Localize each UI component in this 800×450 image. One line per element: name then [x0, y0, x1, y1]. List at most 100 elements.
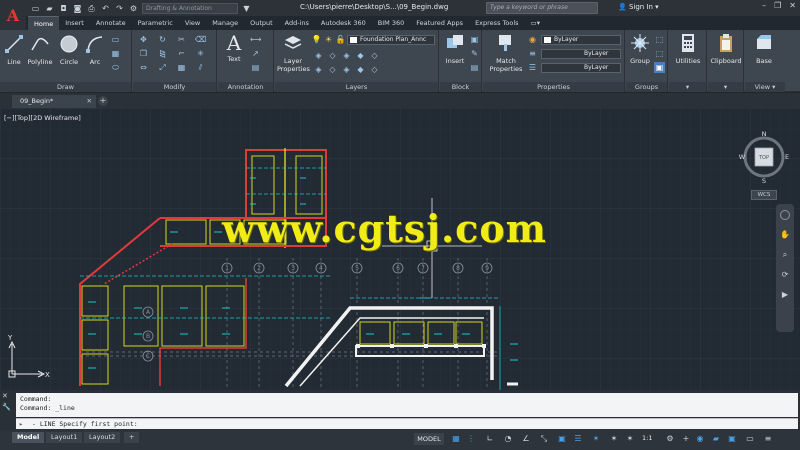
modify-panel-label[interactable]: Modify	[133, 82, 216, 92]
match-properties-button[interactable]: Match Properties	[487, 33, 525, 73]
tab-view[interactable]: View	[179, 16, 206, 30]
explode-icon[interactable]: ✳	[195, 48, 206, 59]
fillet-icon[interactable]: ⌐	[176, 48, 187, 59]
navigation-bar[interactable]: ✋ ⌕ ⟳ ▶	[776, 204, 794, 332]
block-attribute-icon[interactable]: ▤	[469, 62, 480, 73]
trim-icon[interactable]: ✂	[176, 34, 187, 45]
annotation-panel-label[interactable]: Annotation	[218, 82, 273, 92]
workspace-select[interactable]: Drafting & Annotation	[142, 2, 238, 14]
tab-express-tools[interactable]: Express Tools	[469, 16, 524, 30]
table-icon[interactable]: ▤	[250, 62, 261, 73]
viewcube-n-label[interactable]: N	[762, 130, 767, 138]
circle-tool[interactable]: Circle	[58, 34, 80, 66]
tab-home[interactable]: Home	[28, 16, 60, 30]
block-panel-label[interactable]: Block	[440, 82, 481, 92]
new-file-icon[interactable]: ▭	[30, 3, 41, 14]
app-menu-button[interactable]: A	[0, 0, 26, 30]
minimize-icon[interactable]: –	[762, 1, 766, 10]
rotate-icon[interactable]: ↻	[157, 34, 168, 45]
redo-icon[interactable]: ↷	[114, 3, 125, 14]
group-edit-icon[interactable]: ⬚	[654, 48, 665, 59]
insert-block-button[interactable]: Insert	[442, 33, 468, 65]
layer-tool-6-icon[interactable]: ◈	[313, 64, 324, 75]
open-folder-icon[interactable]: ▰	[44, 3, 55, 14]
polar-tracking-icon[interactable]: ◔	[502, 433, 514, 445]
draw-panel-label[interactable]: Draw	[0, 82, 131, 92]
layer-properties-button[interactable]: Layer Properties	[277, 33, 310, 73]
command-input[interactable]: ▸ - LINE Specify first point:	[16, 418, 798, 429]
sign-in-link[interactable]: 👤 Sign In ▾	[618, 3, 659, 11]
offset-icon[interactable]: ⫽	[195, 62, 206, 73]
workspace-gear-icon[interactable]: ⚙	[128, 3, 139, 14]
viewcube-s-label[interactable]: S	[762, 177, 766, 185]
arc-tool[interactable]: Arc	[84, 34, 106, 66]
tab-add-ins[interactable]: Add-ins	[279, 16, 315, 30]
mirror-icon[interactable]: ⧎	[157, 48, 168, 59]
base-view-button[interactable]: Base	[747, 33, 781, 65]
close-command-line-icon[interactable]: ✕	[2, 392, 12, 400]
model-space-toggle[interactable]: MODEL	[414, 433, 444, 445]
properties-toggle-icon[interactable]: ▭	[744, 433, 756, 445]
close-tab-icon[interactable]: ✕	[87, 95, 92, 108]
add-icon[interactable]: +	[680, 433, 692, 445]
layout-tab-model[interactable]: Model	[12, 432, 45, 443]
save-icon[interactable]: ◘	[58, 3, 69, 14]
layer-on-icon[interactable]: 💡	[311, 34, 322, 45]
clipboard-dropdown[interactable]: ▾	[708, 82, 743, 92]
viewcube-e-label[interactable]: E	[785, 153, 789, 161]
customize-wrench-icon[interactable]: 🔧	[2, 403, 12, 411]
isolate-objects-icon[interactable]: ◉	[694, 433, 706, 445]
layer-tool-8-icon[interactable]: ◈	[341, 64, 352, 75]
move-icon[interactable]: ✥	[138, 34, 149, 45]
zoom-extents-icon[interactable]: ⌕	[779, 250, 791, 260]
doc-tab-09-begin[interactable]: 09_Begin* ✕	[12, 95, 96, 108]
layers-panel-label[interactable]: Layers	[275, 82, 438, 92]
isodraft-icon[interactable]: ∠	[520, 433, 532, 445]
showmotion-icon[interactable]: ▶	[779, 290, 791, 299]
scale-icon[interactable]: ⤢	[157, 62, 168, 73]
polyline-tool[interactable]: Polyline	[26, 34, 54, 66]
layer-tool-1-icon[interactable]: ◈	[313, 50, 324, 61]
layer-tool-9-icon[interactable]: ◆	[355, 64, 366, 75]
annotation-visibility-icon[interactable]: ✶	[608, 433, 620, 445]
annotation-scale[interactable]: 1:1	[642, 434, 652, 442]
ribbon-minimize-toggle[interactable]: ▭▾	[525, 16, 546, 30]
tab-bim-360[interactable]: BIM 360	[372, 16, 410, 30]
stretch-icon[interactable]: ⇔	[138, 62, 149, 73]
dimension-icon[interactable]: ⟷	[250, 34, 261, 45]
layer-dropdown[interactable]: Foundation Plan_Annc	[347, 35, 435, 45]
pan-icon[interactable]: ✋	[779, 230, 791, 239]
properties-panel-label[interactable]: Properties	[483, 82, 624, 92]
plot-icon[interactable]: ⎙	[86, 3, 97, 14]
create-block-icon[interactable]: ▣	[469, 34, 480, 45]
add-layout-button[interactable]: +	[124, 432, 140, 443]
search-input[interactable]: Type a keyword or phrase	[486, 2, 598, 14]
array-icon[interactable]: ▦	[176, 62, 187, 73]
ellipse-icon[interactable]: ⬭	[110, 62, 121, 73]
utilities-dropdown[interactable]: ▾	[669, 82, 706, 92]
lineweight-dropdown[interactable]: ByLayer	[541, 63, 621, 73]
auto-scale-icon[interactable]: ✶	[624, 433, 636, 445]
customization-menu-icon[interactable]: ≡	[762, 433, 774, 445]
layer-tool-5-icon[interactable]: ◇	[369, 50, 380, 61]
lineweight-toggle-icon[interactable]: ☰	[572, 433, 584, 445]
view-panel-label[interactable]: View ▾	[745, 82, 785, 92]
viewport-controls-label[interactable]: [−][Top][2D Wireframe]	[4, 114, 81, 122]
orbit-icon[interactable]: ⟳	[779, 270, 791, 279]
layer-tool-3-icon[interactable]: ◈	[341, 50, 352, 61]
leader-icon[interactable]: ↗	[250, 48, 261, 59]
group-selection-icon[interactable]: ▣	[654, 62, 665, 73]
close-icon[interactable]: ✕	[789, 1, 796, 10]
tab-featured-apps[interactable]: Featured Apps	[410, 16, 469, 30]
grid-toggle-icon[interactable]: ▦	[450, 433, 462, 445]
tab-autodesk-360[interactable]: Autodesk 360	[315, 16, 372, 30]
tab-parametric[interactable]: Parametric	[132, 16, 179, 30]
clipboard-button[interactable]: Clipboard	[708, 33, 744, 65]
new-tab-button[interactable]: +	[98, 96, 108, 106]
hardware-acceleration-icon[interactable]: ▰	[710, 433, 722, 445]
layer-tool-10-icon[interactable]: ◇	[369, 64, 380, 75]
layout-tab-layout2[interactable]: Layout2	[84, 432, 121, 443]
recent-commands-icon[interactable]: ▸	[19, 419, 23, 429]
tab-insert[interactable]: Insert	[59, 16, 90, 30]
workspace-switch-gear-icon[interactable]: ⚙	[664, 433, 676, 445]
